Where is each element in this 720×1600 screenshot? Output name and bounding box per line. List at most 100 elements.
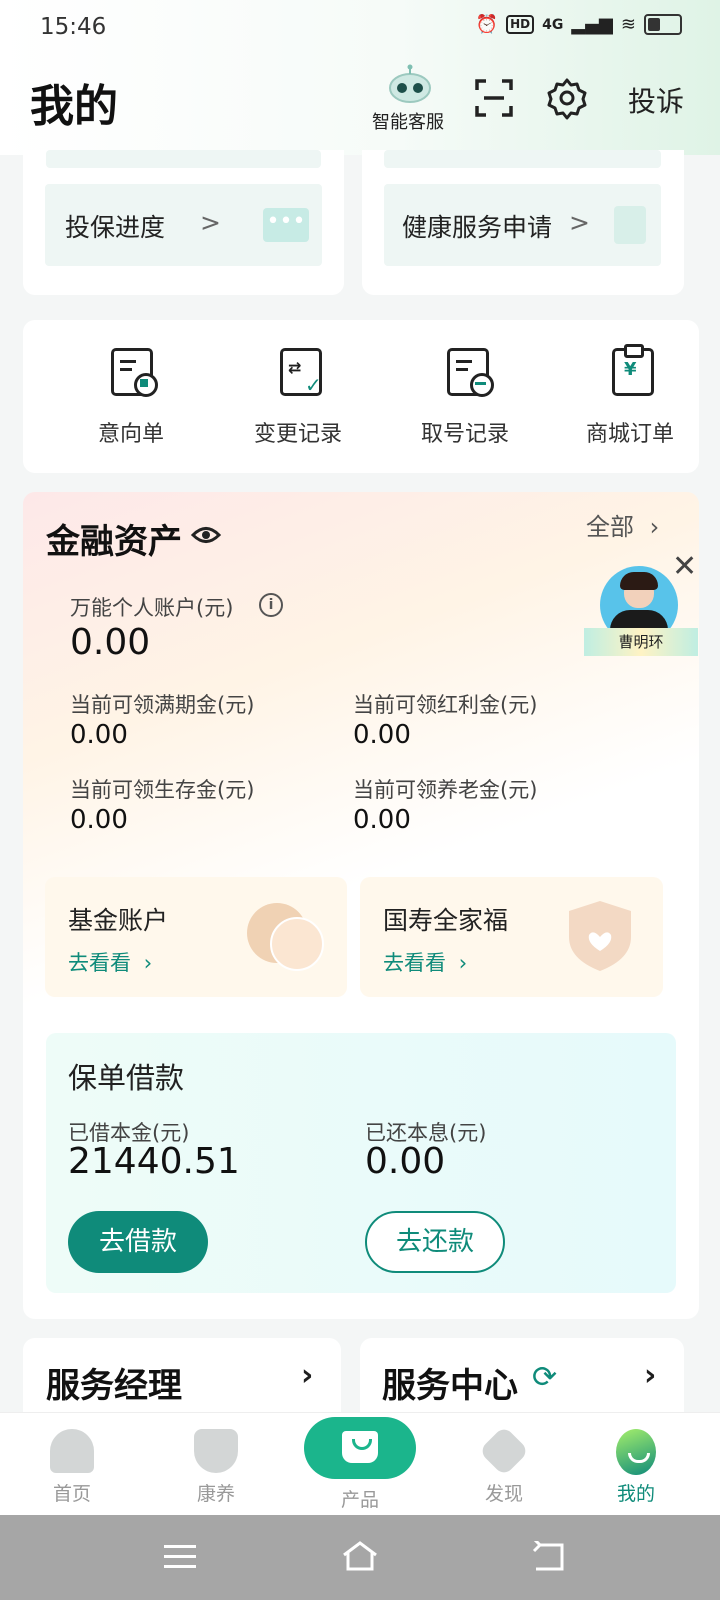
shortcut-mall[interactable]: ¥ 商城订单 [560,344,700,454]
pension-label: 当前可领养老金(元) [353,778,538,802]
robot-icon [389,64,431,103]
fund-account-link[interactable]: 去看看 › [68,947,152,977]
tab-discover[interactable]: 发现 [454,1425,554,1506]
tab-wellness-label: 康养 [196,1483,235,1505]
fund-account-title: 基金账户 [68,906,169,935]
shortcut-queue[interactable]: 取号记录 [395,344,535,454]
borrow-button[interactable]: 去借款 [68,1211,208,1273]
repay-button[interactable]: 去还款 [365,1211,505,1273]
maturity-value: 0.00 [70,720,128,750]
agent-floating-badge[interactable]: 曹明环 ✕ [584,552,698,656]
tab-discover-label: 发现 [484,1483,523,1505]
family-card[interactable]: 国寿全家福 去看看 › [360,877,663,997]
queue-number-icon [447,348,494,397]
status-icons: ⏰ HD 4G ▂▄▆ ≋ [476,14,682,35]
intent-form-icon [111,348,158,397]
finance-title: 金融资产 [46,522,182,562]
all-link-label: 全部 [586,513,634,541]
bottom-tab-bar: 首页 康养 产品 发现 我的 [0,1412,720,1516]
survival-value: 0.00 [70,805,128,835]
family-link[interactable]: 去看看 › [383,947,467,977]
battery-icon [644,14,682,35]
shortcut-intent-label: 意向单 [97,422,164,447]
wellness-icon [194,1429,238,1473]
maturity-label: 当前可领满期金(元) [70,693,255,717]
fund-account-card[interactable]: 基金账户 去看看 › [45,877,347,997]
service-center-title: 服务中心 [382,1366,518,1406]
status-time: 15:46 [40,14,107,40]
quick-card-left-top [46,150,321,168]
shopping-bag-icon [304,1417,416,1479]
tab-home-label: 首页 [52,1483,91,1505]
tab-home[interactable]: 首页 [22,1429,122,1506]
customer-service-label: 智能客服 [372,112,444,133]
eye-icon[interactable] [191,524,221,546]
shortcut-mall-label: 商城订单 [585,422,674,447]
insure-progress-button[interactable]: 投保进度 > ••• [45,184,322,266]
scan-icon[interactable] [474,78,514,118]
home-icon [50,1429,94,1473]
survival-label: 当前可领生存金(元) [70,778,255,802]
loan-title: 保单借款 [68,1061,185,1095]
network-label: 4G [542,16,564,33]
gear-icon[interactable] [545,76,589,120]
chevron-right-icon: › [143,951,153,975]
health-edit-icon [614,206,646,244]
chevron-right-icon: › [301,1358,314,1393]
chevron-right-icon: › [644,1358,657,1393]
wifi-icon: ≋ [620,14,636,35]
dividend-value: 0.00 [353,720,411,750]
pension-value: 0.00 [353,805,411,835]
policy-loan-card: 保单借款 已借本金(元) 21440.51 已还本息(元) 0.00 去借款 去… [46,1033,676,1293]
tab-mine[interactable]: 我的 [586,1429,686,1506]
shortcut-queue-label: 取号记录 [420,422,509,447]
shortcut-panel: 意向单 ⇄ ✓ 变更记录 取号记录 ¥ 商城订单 [23,320,699,473]
quick-card-right: 健康服务申请 > [362,150,684,295]
tab-wellness[interactable]: 康养 [166,1429,266,1506]
shortcut-change-label: 变更记录 [253,422,342,447]
health-service-label: 健康服务申请 [402,213,553,242]
progress-dots-icon: ••• [263,208,309,242]
family-title: 国寿全家福 [383,906,509,935]
chevron-right-icon: › [649,513,660,541]
system-nav-bar [0,1515,720,1600]
home-nav-icon[interactable] [340,1539,380,1573]
shortcut-intent[interactable]: 意向单 [61,344,201,454]
shield-heart-icon [569,901,631,971]
quick-card-left: 投保进度 > ••• [23,150,344,295]
discover-icon [478,1425,530,1477]
close-icon[interactable]: ✕ [672,552,697,582]
coins-icon-front [270,917,324,971]
mine-icon [616,1429,656,1475]
universal-account-label: 万能个人账户(元) [70,596,234,620]
signal-icon: ▂▄▆ [571,14,613,35]
hd-icon: HD [506,15,535,34]
back-icon[interactable] [530,1541,566,1573]
tab-products-label: 产品 [340,1489,379,1511]
info-icon[interactable]: i [259,593,283,617]
all-link[interactable]: 全部 › [586,507,659,542]
shortcut-change[interactable]: ⇄ ✓ 变更记录 [228,344,368,454]
quick-card-right-top [384,150,661,168]
complaint-button[interactable]: 投诉 [628,80,684,120]
agent-name: 曹明环 [618,633,664,651]
menu-icon[interactable] [164,1545,196,1569]
chevron-right-icon: > [569,208,590,237]
mall-order-icon: ¥ [612,344,654,396]
tab-products[interactable]: 产品 [304,1417,416,1512]
family-link-label: 去看看 [383,951,446,975]
health-service-button[interactable]: 健康服务申请 > [384,184,661,266]
fund-link-label: 去看看 [68,951,131,975]
refresh-icon[interactable]: ⟳ [532,1360,557,1395]
tab-mine-label: 我的 [616,1483,655,1505]
dividend-label: 当前可领红利金(元) [353,693,538,717]
alarm-icon: ⏰ [475,14,499,35]
change-record-icon: ⇄ ✓ [280,348,322,397]
borrowed-value: 21440.51 [68,1141,240,1182]
page-title: 我的 [30,81,118,132]
chevron-right-icon: > [200,208,221,237]
universal-account-value: 0.00 [70,622,151,663]
insure-progress-label: 投保进度 [65,213,166,242]
chevron-right-icon: › [458,951,468,975]
repaid-value: 0.00 [365,1141,446,1182]
